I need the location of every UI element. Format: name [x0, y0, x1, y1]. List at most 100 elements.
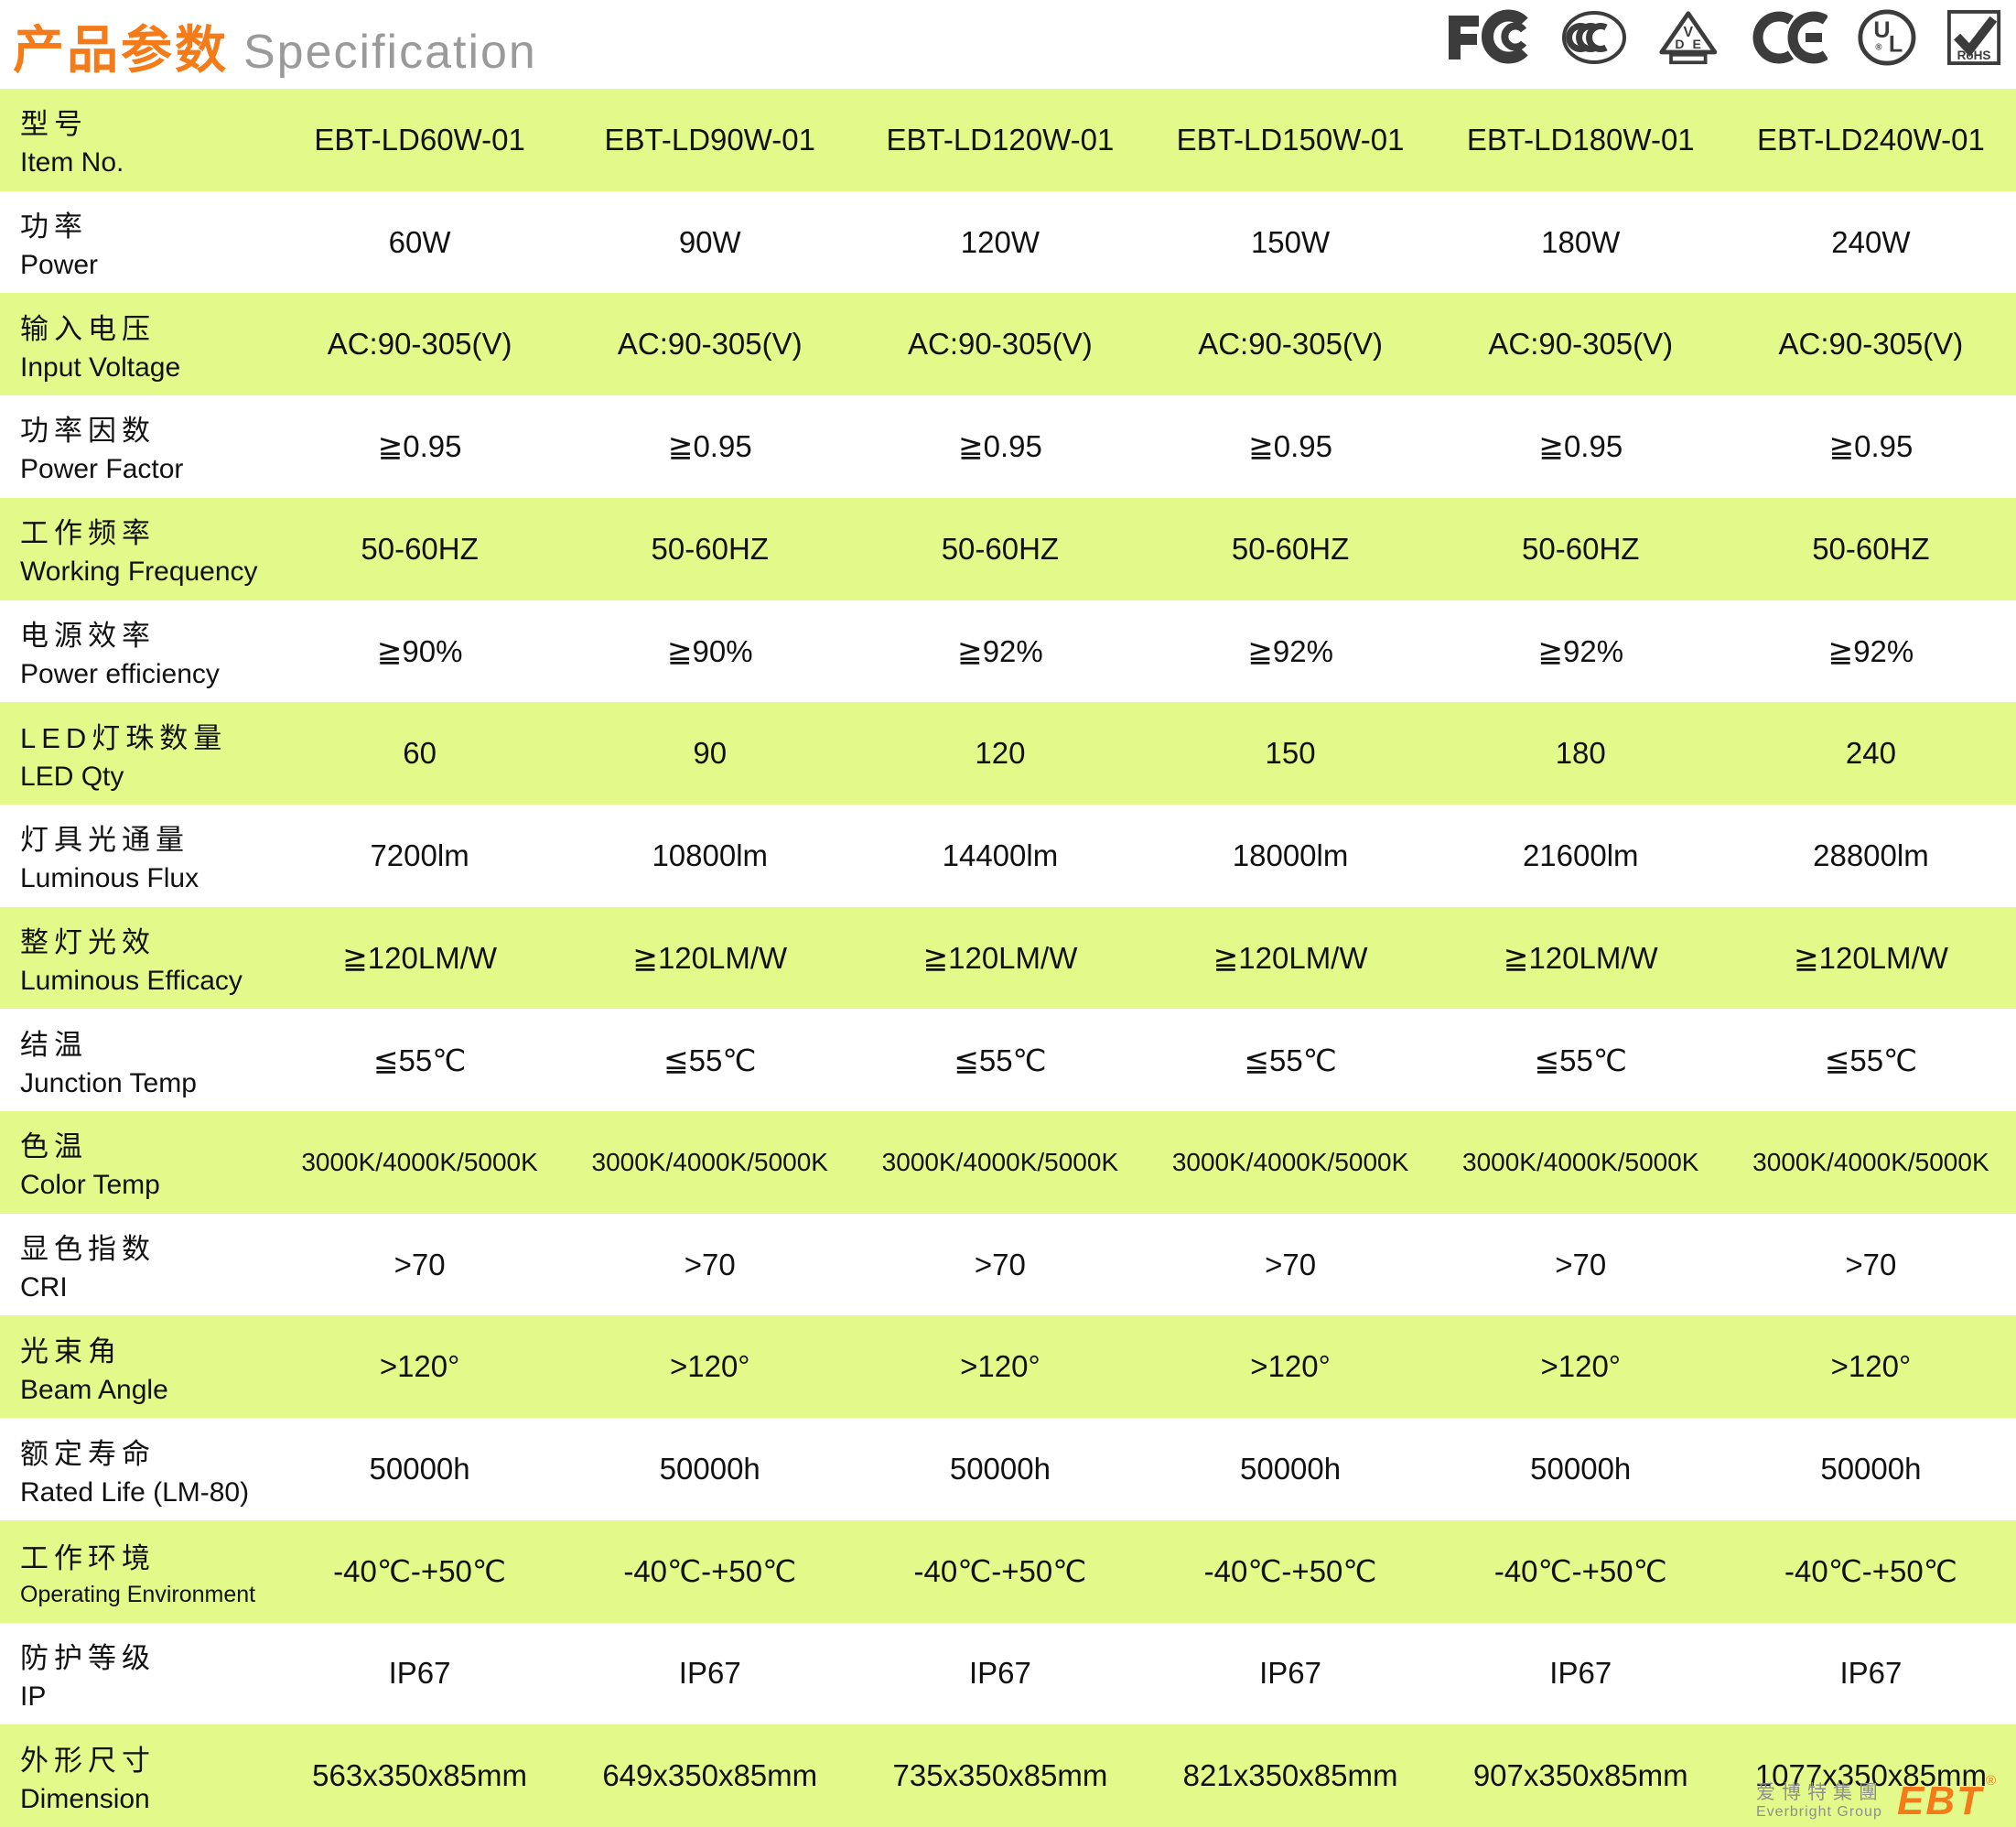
spec-value: -40℃-+50℃ [565, 1520, 855, 1623]
spec-value: AC:90-305(V) [275, 293, 565, 395]
header: 产品参数 Specification V D [0, 0, 2016, 89]
spec-value: 50000h [855, 1418, 1145, 1520]
table-row: 外形尺寸 Dimension 563x350x85mm649x350x85mm7… [0, 1724, 2016, 1827]
spec-value: >70 [1145, 1214, 1435, 1316]
row-label-cn: 防护等级 [20, 1635, 275, 1676]
spec-value: -40℃-+50℃ [1726, 1520, 2016, 1623]
row-label: 工作环境 Operating Environment [0, 1520, 275, 1623]
spec-value: IP67 [855, 1623, 1145, 1725]
svg-text:U: U [1873, 17, 1890, 43]
spec-value: 120W [855, 191, 1145, 294]
spec-value: 3000K/4000K/5000K [1145, 1111, 1435, 1214]
spec-value: AC:90-305(V) [855, 293, 1145, 395]
row-label-cn: 工作环境 [20, 1535, 275, 1576]
table-row: LED灯珠数量 LED Qty 6090120150180240 [0, 702, 2016, 805]
spec-value: 3000K/4000K/5000K [855, 1111, 1145, 1214]
row-label-cn: 整灯光效 [20, 919, 275, 960]
company-name-cn: 爱博特集團 [1756, 1782, 1884, 1804]
row-label-en: Beam Angle [20, 1375, 275, 1406]
table-row: 结温 Junction Temp ≦55℃≦55℃≦55℃≦55℃≦55℃≦55… [0, 1009, 2016, 1111]
row-label: 功率 Power [0, 191, 275, 294]
spec-value: ≧0.95 [1145, 395, 1435, 498]
spec-value: 150W [1145, 191, 1435, 294]
row-label-en: Rated Life (LM-80) [20, 1477, 275, 1508]
spec-value: ≧120LM/W [1145, 907, 1435, 1010]
spec-value: 50-60HZ [1145, 498, 1435, 600]
svg-text:RoHS: RoHS [1957, 49, 1991, 62]
spec-value: 50-60HZ [275, 498, 565, 600]
spec-value: ≧120LM/W [1726, 907, 2016, 1010]
spec-value: ≧0.95 [1436, 395, 1726, 498]
spec-value: 50-60HZ [1436, 498, 1726, 600]
spec-value: ≦55℃ [1726, 1009, 2016, 1111]
spec-value: 649x350x85mm [565, 1724, 855, 1827]
company-logo: 爱博特集團 Everbright Group EBT ® [1756, 1781, 1996, 1822]
spec-value: 50000h [1436, 1418, 1726, 1520]
spec-value: IP67 [565, 1623, 855, 1725]
table-row: 整灯光效 Luminous Efficacy ≧120LM/W≧120LM/W≧… [0, 907, 2016, 1010]
spec-table: 型号 Item No. EBT-LD60W-01EBT-LD90W-01 EBT -… [0, 89, 2016, 1827]
table-row: 工作频率 Working Frequency 50-60HZ50-60HZ50-… [0, 498, 2016, 600]
spec-value: >70 [1436, 1214, 1726, 1316]
svg-text:E: E [1693, 37, 1701, 51]
spec-value: IP67 [1436, 1623, 1726, 1725]
row-label-cn: 型号 [20, 101, 275, 142]
row-label-en: Item No. [20, 147, 275, 178]
row-label: 光束角 Beam Angle [0, 1315, 275, 1418]
row-label-en: Luminous Flux [20, 863, 275, 894]
spec-value: 3000K/4000K/5000K [1436, 1111, 1726, 1214]
spec-value: 240 [1726, 702, 2016, 805]
table-row: 型号 Item No. EBT-LD60W-01EBT-LD90W-01EBT-… [0, 89, 2016, 191]
row-label: 额定寿命 Rated Life (LM-80) [0, 1418, 275, 1520]
spec-value: 821x350x85mm [1145, 1724, 1435, 1827]
svg-text:®: ® [1875, 43, 1881, 53]
row-label-cn: 结温 [20, 1022, 275, 1063]
row-label-en: Luminous Efficacy [20, 966, 275, 997]
table-row: 输入电压 Input Voltage AC:90-305(V)AC:90-305… [0, 293, 2016, 395]
spec-value: AC:90-305(V) [565, 293, 855, 395]
spec-value: ≧92% [1145, 600, 1435, 703]
row-label: 显色指数 CRI [0, 1214, 275, 1316]
row-label-en: Junction Temp [20, 1068, 275, 1099]
spec-value: ≦55℃ [275, 1009, 565, 1111]
spec-value: 60 [275, 702, 565, 805]
spec-value: -40℃-+50℃ [275, 1520, 565, 1623]
page-title: 产品参数 Specification [13, 9, 537, 83]
row-label-cn: 电源效率 [20, 612, 275, 654]
spec-value: 563x350x85mm [275, 1724, 565, 1827]
row-label-en: Power efficiency [20, 659, 275, 690]
spec-value: 120 [855, 702, 1145, 805]
spec-value: EBT-LD60W-01 [275, 89, 565, 191]
spec-value: 60W [275, 191, 565, 294]
certification-icons: V D E U L ® RoHS [1443, 9, 2001, 66]
spec-value: 150 [1145, 702, 1435, 805]
spec-value: ≦55℃ [855, 1009, 1145, 1111]
spec-value: ≧120LM/W [275, 907, 565, 1010]
spec-value: >120° [1726, 1315, 2016, 1418]
company-name-en: Everbright Group [1756, 1804, 1884, 1821]
spec-value: ≧92% [855, 600, 1145, 703]
spec-value: ≧90% [565, 600, 855, 703]
row-label: 输入电压 Input Voltage [0, 293, 275, 395]
spec-value: >120° [275, 1315, 565, 1418]
company-abbr-text: EBT [1897, 1778, 1983, 1823]
spec-value: -40℃-+50℃ [1145, 1520, 1435, 1623]
spec-value: AC:90-305(V) [1726, 293, 2016, 395]
row-label-cn: 显色指数 [20, 1226, 275, 1267]
spec-value: >120° [565, 1315, 855, 1418]
spec-value: 21600lm [1436, 805, 1726, 907]
row-label: 型号 Item No. [0, 89, 275, 191]
row-label-en: LED Qty [20, 762, 275, 793]
registered-mark-icon: ® [1986, 1774, 1998, 1788]
spec-value: 90W [565, 191, 855, 294]
row-label-cn: 额定寿命 [20, 1431, 275, 1472]
spec-value: ≧0.95 [855, 395, 1145, 498]
spec-value: EBT-LD90W-01 [565, 89, 855, 191]
spec-value: 50-60HZ [855, 498, 1145, 600]
spec-value: 3000K/4000K/5000K [1726, 1111, 2016, 1214]
svg-text:L: L [1889, 32, 1903, 58]
spec-value: 7200lm [275, 805, 565, 907]
spec-value: AC:90-305(V) [1145, 293, 1435, 395]
spec-value: ≧120LM/W [565, 907, 855, 1010]
spec-value: >120° [1436, 1315, 1726, 1418]
